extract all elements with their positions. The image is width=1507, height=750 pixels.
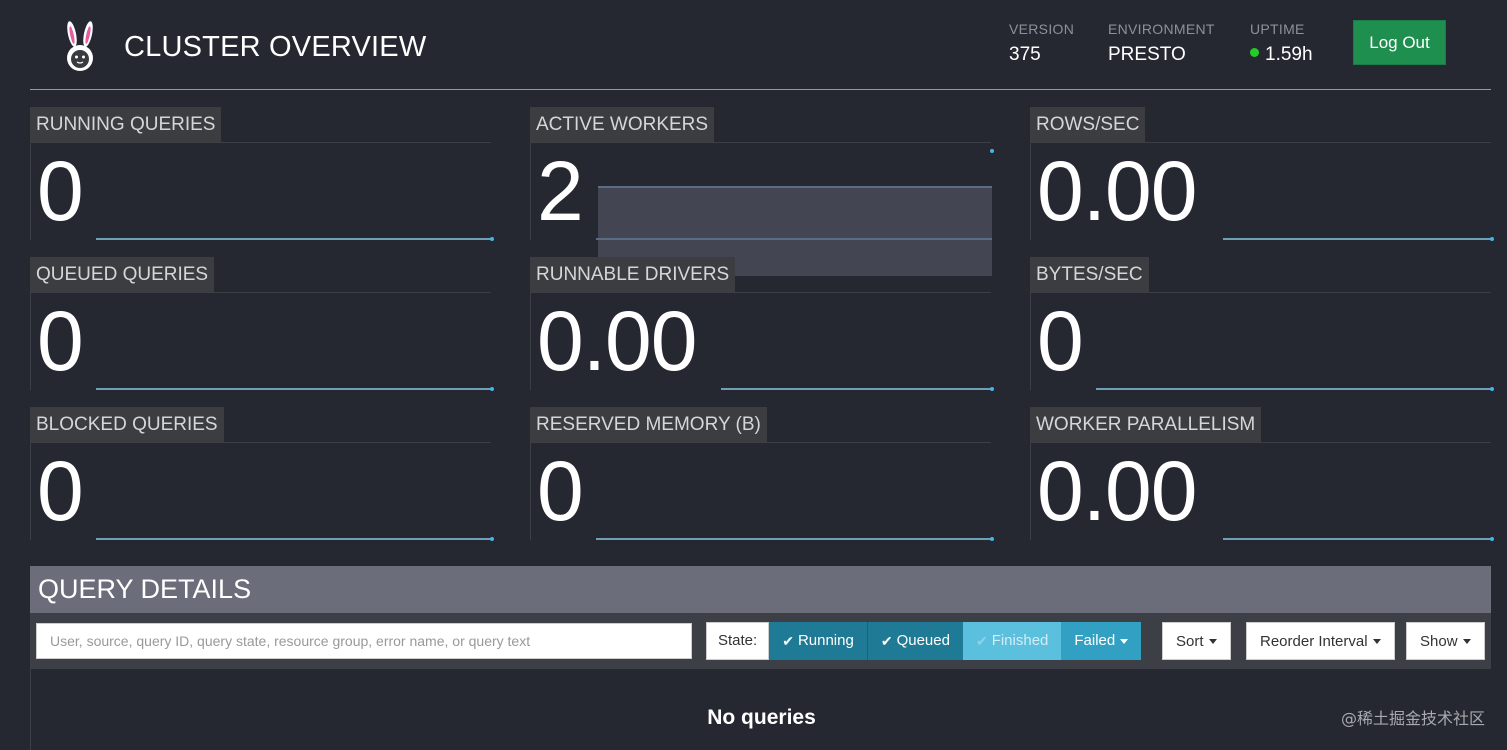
version-info: VERSION 375 [1009, 21, 1074, 66]
stat-label: ROWS/SEC [1030, 107, 1146, 142]
caret-down-icon [1208, 638, 1217, 644]
stat-value: 0.00 [1037, 144, 1197, 238]
caret-down-icon [1372, 638, 1381, 644]
sparkline-area [30, 292, 494, 391]
query-details-header: QUERY DETAILS [30, 566, 1491, 613]
query-list: No queries [30, 669, 1491, 750]
uptime-value: 1.59h [1265, 44, 1313, 65]
uptime-status-icon [1250, 48, 1259, 58]
state-running-button[interactable]: ✔ Running [769, 622, 867, 660]
stat-tile-worker-parallelism: WORKER PARALLELISM 0.00 [1030, 407, 1494, 541]
environment-label: ENVIRONMENT [1108, 21, 1215, 37]
watermark: @稀土掘金技术社区 [1340, 709, 1485, 728]
sparkline [596, 537, 994, 541]
stat-label: QUEUED QUERIES [30, 257, 215, 292]
sparkline-area [1030, 292, 1494, 391]
sparkline-area [30, 442, 494, 541]
stat-value: 0.00 [1037, 444, 1197, 538]
stat-label: RUNNABLE DRIVERS [530, 257, 736, 292]
show-dropdown[interactable]: Show [1406, 622, 1485, 660]
version-label: VERSION [1009, 21, 1075, 37]
check-icon: ✔ [782, 633, 794, 649]
check-icon: ✔ [880, 633, 893, 649]
stat-tile-running-queries: RUNNING QUERIES 0 [30, 107, 494, 241]
reorder-interval-dropdown[interactable]: Reorder Interval [1246, 622, 1395, 660]
stat-tile-reserved-memory: RESERVED MEMORY (B) 0 [530, 407, 994, 541]
stat-value: 0 [37, 144, 84, 238]
stat-label: WORKER PARALLELISM [1030, 407, 1262, 442]
environment-info: ENVIRONMENT PRESTO [1108, 21, 1215, 66]
stat-tile-bytes-sec: BYTES/SEC 0 [1030, 257, 1494, 391]
sparkline [721, 387, 994, 391]
uptime-info: UPTIME 1.59h [1250, 21, 1313, 66]
sparkline [1223, 537, 1494, 541]
stat-label: RUNNING QUERIES [30, 107, 222, 142]
sparkline [96, 537, 494, 541]
caret-down-icon [1462, 638, 1471, 644]
environment-value: PRESTO [1108, 44, 1186, 65]
state-failed-dropdown[interactable]: Failed [1061, 622, 1142, 660]
sparkline [96, 237, 494, 241]
stat-tile-runnable-drivers: RUNNABLE DRIVERS 0.00 [530, 257, 994, 391]
check-icon: ✔ [975, 633, 988, 649]
stat-tile-rows-sec: ROWS/SEC 0.00 [1030, 107, 1494, 241]
page-title: CLUSTER OVERVIEW [124, 31, 427, 63]
sparkline [1096, 387, 1494, 391]
stat-label: BYTES/SEC [1030, 257, 1149, 292]
query-search-input[interactable] [36, 623, 692, 659]
page-header: CLUSTER OVERVIEW VERSION 375 ENVIRONMENT… [30, 0, 1491, 90]
empty-state-message: No queries [707, 706, 816, 729]
sparkline-area [530, 142, 994, 276]
stat-value: 0 [37, 294, 84, 388]
stat-value: 0.00 [537, 294, 697, 388]
state-queued-button[interactable]: ✔ Queued [866, 622, 963, 660]
caret-down-icon [1120, 638, 1129, 644]
state-finished-button[interactable]: ✔ Finished [962, 622, 1062, 660]
stat-tile-active-workers: ACTIVE WORKERS 2 [530, 107, 994, 276]
sparkline [96, 387, 494, 391]
query-filter-toolbar: State: ✔Running ✔Queued ✔Finished Failed… [30, 613, 1491, 669]
stat-value: 2 [537, 144, 584, 238]
stat-label: BLOCKED QUERIES [30, 407, 224, 442]
uptime-label: UPTIME [1250, 21, 1305, 37]
stat-label: RESERVED MEMORY (B) [530, 407, 767, 442]
sparkline-area [530, 442, 994, 541]
sparkline [596, 149, 994, 240]
sparkline-area [30, 142, 494, 241]
logout-button[interactable]: Log Out [1353, 20, 1446, 65]
stat-value: 0 [537, 444, 584, 538]
query-details-title: QUERY DETAILS [38, 574, 252, 604]
sort-dropdown[interactable]: Sort [1162, 622, 1231, 660]
version-value: 375 [1009, 44, 1041, 65]
stat-value: 0 [37, 444, 84, 538]
state-filter-group: State: ✔ Running ✔ Queued ✔ Finished Failed [706, 622, 1142, 660]
stat-tile-queued-queries: QUEUED QUERIES 0 [30, 257, 494, 391]
state-label: State: [706, 622, 770, 660]
stat-label: ACTIVE WORKERS [530, 107, 715, 142]
presto-bunny-logo-icon [67, 21, 93, 71]
stat-value: 0 [1037, 294, 1084, 388]
sparkline [1223, 237, 1494, 241]
stat-tile-blocked-queries: BLOCKED QUERIES 0 [30, 407, 494, 541]
